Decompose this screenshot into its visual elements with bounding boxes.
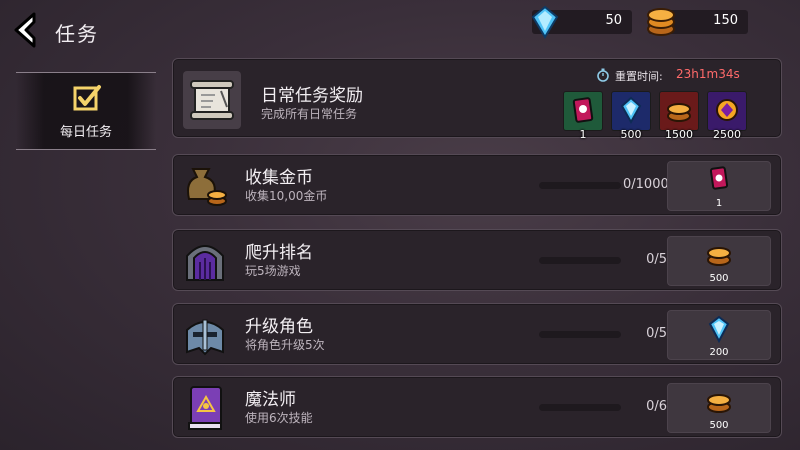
task-title: 爬升排名: [245, 243, 313, 263]
task-card[interactable]: 爬升排名 玩5场游戏 0/5 500: [172, 229, 782, 291]
task-title: 魔法师: [245, 390, 296, 410]
back-button[interactable]: [8, 10, 44, 50]
coin-icon: [707, 247, 731, 266]
tab-label: 每日任务: [59, 125, 112, 140]
reset-label: 重置时间:: [615, 70, 663, 83]
reward-slot-gem[interactable]: 500: [611, 91, 651, 141]
task-card[interactable]: 魔法师 使用6次技能 0/6 500: [172, 376, 782, 438]
reward-box[interactable]: 200: [667, 310, 771, 360]
reward-value: 200: [709, 347, 729, 358]
progress-bar: [539, 257, 621, 264]
reward-box[interactable]: 500: [667, 236, 771, 286]
progress-bar: [539, 182, 621, 189]
reward-slot-purple-gem[interactable]: 2500: [707, 91, 747, 141]
gem-icon: [531, 5, 559, 39]
page-title: 任务: [55, 22, 99, 46]
task-title: 升级角色: [245, 317, 313, 337]
reward-value: 500: [709, 420, 729, 431]
card-icon: [572, 97, 594, 123]
task-title: 收集金币: [245, 168, 313, 188]
task-desc: 使用6次技能: [245, 411, 313, 425]
reward-slot-coins[interactable]: 1500: [659, 91, 699, 141]
task-desc: 收集10,00金币: [245, 189, 328, 203]
back-arrow-icon: [14, 12, 36, 48]
coin-icon: [707, 394, 731, 413]
reward-value: 500: [620, 128, 642, 141]
daily-desc: 完成所有日常任务: [261, 107, 358, 121]
progress-text: 0/5: [646, 326, 667, 341]
reset-timer: 23h1m34s: [676, 67, 740, 81]
tab-daily-tasks[interactable]: 每日任务: [16, 72, 156, 150]
reward-box[interactable]: 1: [667, 161, 771, 211]
task-desc: 将角色升级5次: [245, 338, 325, 352]
reward-value: 500: [709, 273, 729, 284]
gem-count: 50: [605, 13, 622, 28]
coin-bag-icon: [179, 159, 231, 211]
progress-text: 0/1000: [623, 177, 669, 192]
reward-slot-card[interactable]: 1: [563, 91, 603, 141]
progress-bar: [539, 404, 621, 411]
purple-gem-icon: [716, 99, 738, 121]
scroll-icon: [183, 71, 241, 129]
progress-bar: [539, 331, 621, 338]
reward-box[interactable]: 500: [667, 383, 771, 433]
gem-icon: [620, 96, 642, 125]
card-icon: [709, 166, 729, 190]
daily-title: 日常任务奖励: [261, 86, 363, 106]
stopwatch-icon: [597, 68, 609, 82]
coin-counter[interactable]: 150: [647, 8, 748, 36]
knight-helmet-icon: [179, 308, 231, 360]
checkbox-icon: [73, 85, 101, 111]
progress-text: 0/6: [646, 399, 667, 414]
task-card[interactable]: 升级角色 将角色升级5次 0/5 200: [172, 303, 782, 365]
progress-text: 0/5: [646, 252, 667, 267]
gem-counter[interactable]: 50: [531, 5, 632, 39]
reward-value: 1: [579, 128, 587, 141]
spellbook-icon: [179, 381, 231, 433]
task-card[interactable]: 收集金币 收集10,00金币 0/1000 1: [172, 154, 782, 216]
portal-gate-icon: [179, 234, 231, 286]
reward-value: 2500: [713, 128, 741, 141]
gem-icon: [708, 315, 730, 343]
coin-stack-icon: [647, 8, 675, 36]
coin-count: 150: [713, 13, 738, 28]
reward-value: 1: [715, 198, 723, 209]
coin-icon: [667, 103, 691, 122]
daily-reward-panel: 日常任务奖励 完成所有日常任务 重置时间: 23h1m34s 1 500 150…: [172, 58, 782, 141]
task-desc: 玩5场游戏: [245, 264, 301, 278]
reward-value: 1500: [665, 128, 693, 141]
